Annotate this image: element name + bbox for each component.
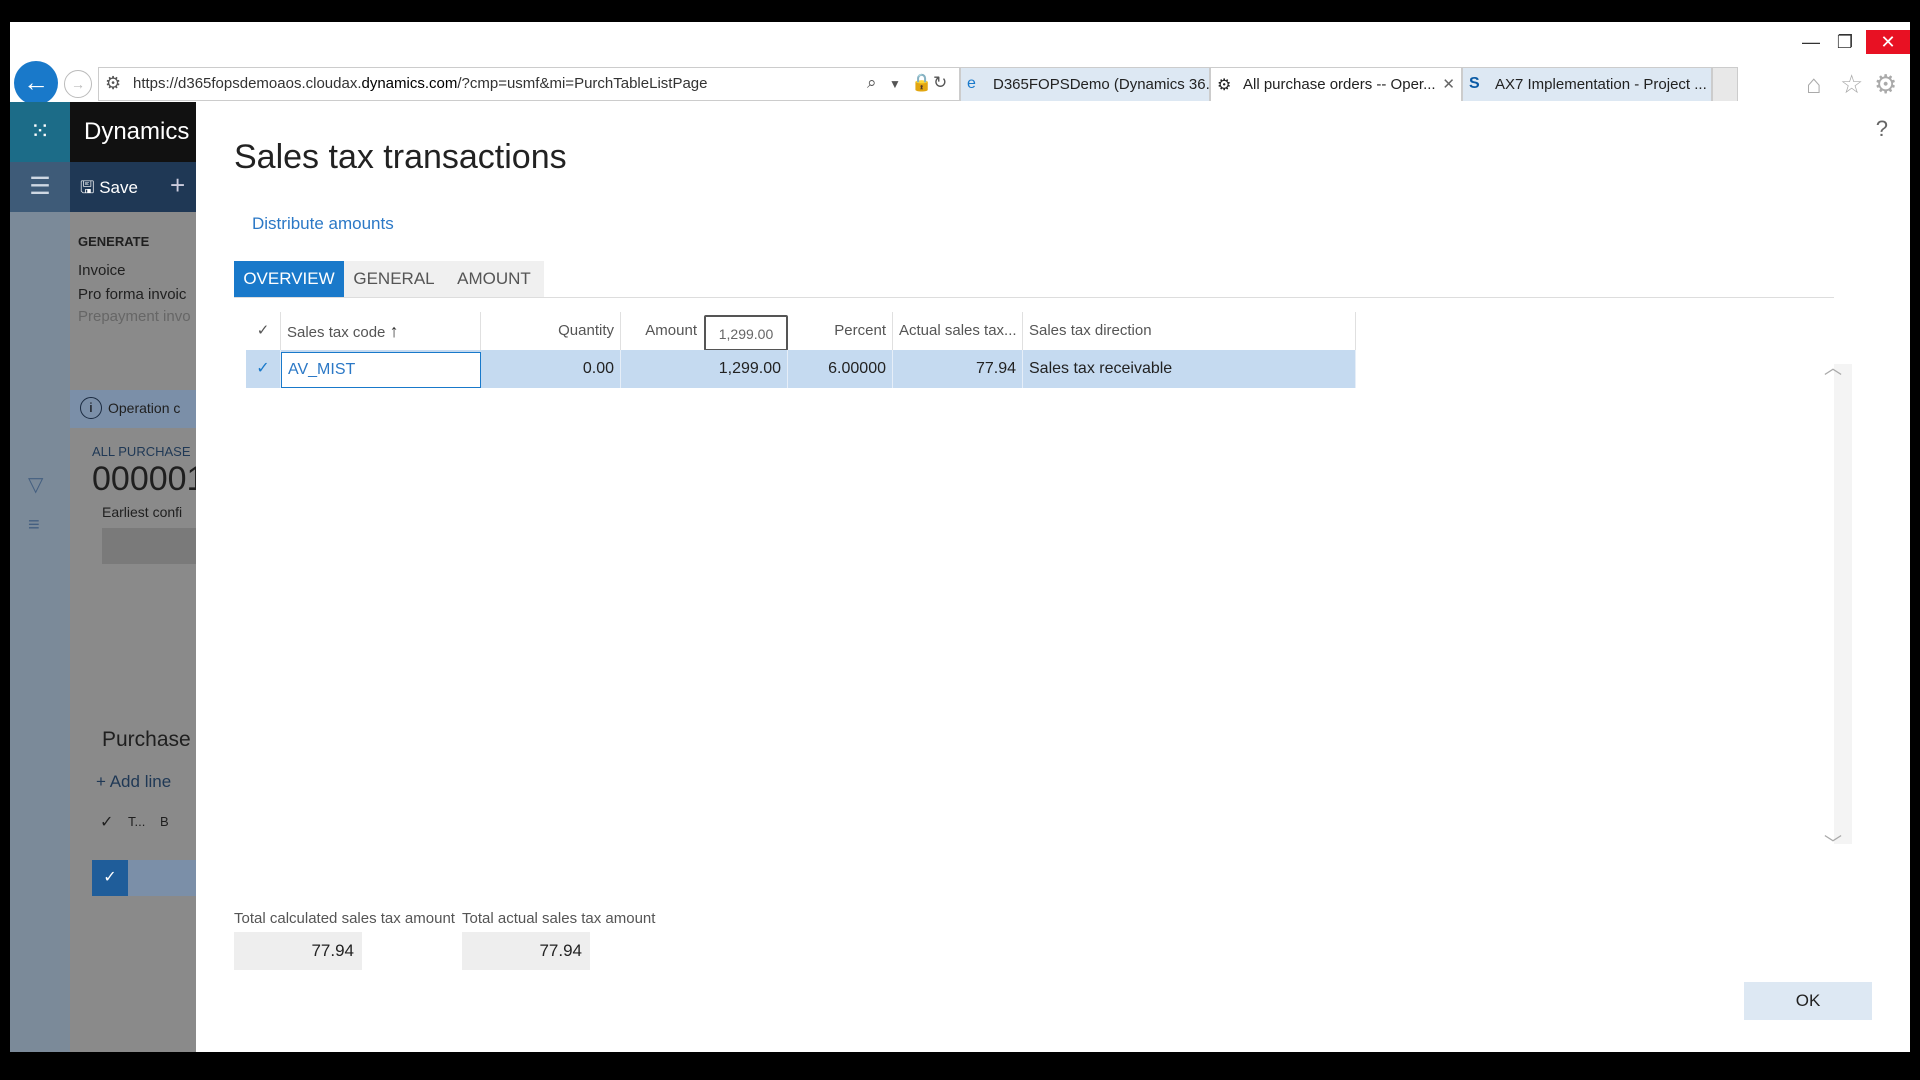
earliest-confirmation-field[interactable] [102,528,210,564]
amount-tooltip: 1,299.00 [704,315,788,351]
lines-col-b: B [160,814,169,829]
url-text[interactable]: https://d365fopsdemoaos.cloudax.dynamics… [133,75,707,92]
tab-amount[interactable]: AMOUNT [444,261,544,297]
generate-heading: GENERATE [78,234,150,249]
url-domain: dynamics.com [361,75,458,92]
column-header-sales-tax-direction[interactable]: Sales tax direction [1023,312,1356,350]
column-header-amount[interactable]: Amount [621,312,703,350]
cell-percent[interactable]: 6.00000 [788,350,893,388]
home-icon[interactable]: ⌂ [1806,69,1822,100]
lines-title: Purchase [102,728,191,751]
ie-icon: e [967,75,976,92]
line-checkbox-checked[interactable]: ✓ [92,860,128,896]
cell-quantity[interactable]: 0.00 [481,350,621,388]
total-calculated-value: 77.94 [234,932,362,970]
scrollbar-track[interactable] [1834,364,1852,844]
url-prefix: https://d365fopsdemoaos.cloudax. [133,75,362,92]
select-all-checkmark-icon[interactable]: ✓ [246,312,281,350]
row-checkmark-icon[interactable]: ✓ [246,350,281,388]
total-calculated-label: Total calculated sales tax amount [234,910,455,927]
lines-select-all-icon[interactable]: ✓ [100,812,113,832]
save-label: Save [99,178,138,197]
sort-ascending-icon: ↑ [389,321,399,341]
app-launcher-icon[interactable]: ⁙ [10,102,70,162]
browser-tab-purchase-orders[interactable]: ⚙ All purchase orders -- Oper... ✕ [1210,67,1462,101]
scroll-up-icon[interactable]: ︿ [1824,354,1842,380]
message-bar: i Operation c [70,390,210,428]
lines-col-t: T... [128,814,146,829]
filter-icon[interactable]: ▽ [28,472,43,497]
dialog-title: Sales tax transactions [234,138,567,176]
column-header-sales-tax-code[interactable]: Sales tax code ↑ [281,312,481,350]
invoice-link[interactable]: Invoice [78,262,208,279]
site-icon: ⚙ [1217,77,1232,94]
favorites-star-icon[interactable]: ☆ [1840,69,1863,100]
menu-icon[interactable]: ☰ [10,162,70,212]
message-text: Operation c [108,400,181,416]
tab-label: AX7 Implementation - Project ... [1495,76,1707,93]
lock-icon: 🔒 [911,73,933,92]
earliest-confirmation-label: Earliest confi [102,504,183,520]
total-actual-label: Total actual sales tax amount [462,910,656,927]
url-path: /?cmp=usmf&mi=PurchTableListPage [457,75,708,92]
add-line-label: Add line [109,772,172,791]
breadcrumb: ALL PURCHASE [92,444,191,459]
total-actual-value[interactable]: 77.94 [462,932,590,970]
new-icon[interactable]: + [170,170,185,201]
header-label: Sales tax code [287,324,386,341]
dropdown-icon[interactable]: ▼ [889,77,901,91]
sharepoint-icon: S [1469,75,1480,92]
pro-forma-invoice-link[interactable]: Pro forma invoic [78,286,208,303]
refresh-icon[interactable]: ↻ [933,73,947,93]
cell-sales-tax-direction[interactable]: Sales tax receivable [1023,350,1356,388]
tab-overview[interactable]: OVERVIEW [234,261,344,297]
new-tab-button[interactable] [1712,67,1738,101]
site-icon: ⚙ [105,73,122,93]
tab-label: All purchase orders -- Oper... [1243,76,1436,93]
minimize-icon[interactable]: — [1794,30,1828,54]
forward-arrow-icon[interactable]: → [64,70,92,98]
address-bar[interactable]: ⚙ https://d365fopsdemoaos.cloudax.dynami… [98,67,960,101]
divider [234,297,1834,298]
browser-chrome: — ❐ ✕ ← → ⚙ https://d365fopsdemoaos.clou… [10,22,1910,105]
ok-button[interactable]: OK [1744,982,1872,1020]
sales-tax-grid: ✓ Sales tax code ↑ Quantity Amount Perce… [246,312,1356,392]
close-window-icon[interactable]: ✕ [1866,30,1910,54]
restore-icon[interactable]: ❐ [1828,30,1862,54]
tab-general[interactable]: GENERAL [344,261,444,297]
tab-label: D365FOPSDemo (Dynamics 36... [993,76,1210,93]
record-id: 000001 [92,460,206,498]
left-rail: ⁙ ☰ [10,102,70,1052]
scroll-down-icon[interactable]: ﹀ [1824,830,1842,856]
close-tab-icon[interactable]: ✕ [1442,75,1455,93]
settings-gear-icon[interactable]: ⚙ [1874,69,1897,100]
column-header-quantity[interactable]: Quantity [481,312,621,350]
background-page: GENERATE Invoice Pro forma invoic Prepay… [70,212,210,1052]
prepayment-invoice-link[interactable]: Prepayment invo [78,308,208,325]
search-icon[interactable]: ⌕ [867,73,877,93]
distribute-amounts-button[interactable]: Distribute amounts [252,214,394,234]
cell-sales-tax-code[interactable]: AV_MIST [281,352,481,388]
help-icon[interactable]: ? [1876,116,1888,142]
column-header-percent[interactable]: Percent [788,312,893,350]
add-line-button[interactable]: + Add line [96,772,171,792]
app-title[interactable]: Dynamics [84,118,189,146]
sales-tax-dialog: ? Sales tax transactions Distribute amou… [196,102,1910,1052]
back-arrow-icon[interactable]: ← [14,61,58,105]
browser-tab-ax7[interactable]: S AX7 Implementation - Project ... [1462,67,1712,101]
save-button[interactable]: 🖫 Save [80,175,138,204]
browser-tab-d365[interactable]: e D365FOPSDemo (Dynamics 36... [960,67,1210,101]
cell-actual-sales-tax[interactable]: 77.94 [893,350,1023,388]
cell-amount[interactable]: 1,299.00 [621,350,788,388]
info-icon: i [80,397,102,419]
column-header-actual-sales-tax[interactable]: Actual sales tax... [893,312,1023,350]
list-icon[interactable]: ≡ [28,514,40,537]
